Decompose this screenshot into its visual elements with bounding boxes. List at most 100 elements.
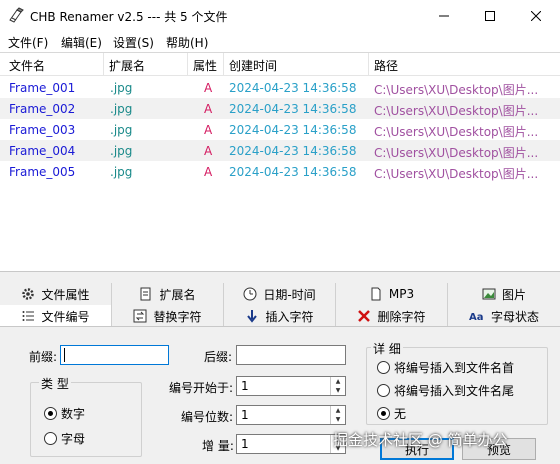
cell-time: 2024-04-23 14:36:58 bbox=[229, 102, 357, 116]
cell-filename: Frame_004 bbox=[9, 144, 76, 158]
cell-filename: Frame_005 bbox=[9, 165, 76, 179]
file-icon bbox=[371, 287, 381, 301]
header-divider[interactable] bbox=[368, 53, 369, 76]
menu-edit[interactable]: 编辑(E) bbox=[61, 34, 102, 51]
radio-label: 字母 bbox=[61, 432, 86, 446]
radio-label: 将编号插入到文件名首 bbox=[394, 361, 515, 375]
cell-path: C:\Users\XU\Desktop\图片... bbox=[374, 104, 539, 118]
step-value: 1 bbox=[241, 437, 249, 451]
cell-time: 2024-04-23 14:36:58 bbox=[229, 123, 357, 137]
radio-type-letter[interactable]: 字母 bbox=[44, 430, 85, 447]
tab-extension[interactable]: 扩展名 bbox=[112, 283, 224, 305]
tab-replace-chars[interactable]: 替换字符 bbox=[112, 305, 224, 327]
menu-file[interactable]: 文件(F) bbox=[8, 34, 48, 51]
table-row[interactable]: Frame_003 .jpg A 2024-04-23 14:36:58 C:\… bbox=[0, 119, 560, 140]
window-title: CHB Renamer v2.5 --- 共 5 个文件 bbox=[30, 10, 228, 24]
prefix-input[interactable] bbox=[60, 345, 169, 365]
header-ext[interactable]: 扩展名 bbox=[109, 57, 145, 74]
minimize-button[interactable] bbox=[421, 0, 467, 32]
header-time[interactable]: 创建时间 bbox=[229, 57, 277, 74]
suffix-label: 后缀: bbox=[204, 350, 233, 364]
cell-path: C:\Users\XU\Desktop\图片... bbox=[374, 146, 539, 160]
cell-time: 2024-04-23 14:36:58 bbox=[229, 165, 357, 179]
menu-help[interactable]: 帮助(H) bbox=[166, 34, 208, 51]
watermark-text: 掘金技术社区 @ 简单办公 bbox=[333, 431, 508, 449]
cell-ext: .jpg bbox=[110, 144, 133, 158]
cell-filename: Frame_003 bbox=[9, 123, 76, 137]
radio-unselected-icon bbox=[377, 384, 390, 397]
radio-type-number[interactable]: 数字 bbox=[44, 405, 85, 422]
cell-ext: .jpg bbox=[110, 81, 133, 95]
radio-unselected-icon bbox=[44, 432, 57, 445]
tab-label: 删除字符 bbox=[377, 309, 426, 324]
stepper-down-icon[interactable]: ▼ bbox=[331, 415, 345, 424]
replace-icon bbox=[133, 309, 147, 323]
suffix-input[interactable] bbox=[236, 345, 346, 365]
step-stepper[interactable]: 1 ▲ ▼ bbox=[236, 434, 346, 454]
tab-label: 文件编号 bbox=[41, 309, 90, 324]
close-icon bbox=[531, 11, 541, 21]
tab-date-time[interactable]: 日期-时间 bbox=[224, 283, 336, 305]
table-row[interactable]: Frame_001 .jpg A 2024-04-23 14:36:58 C:\… bbox=[0, 77, 560, 98]
radio-insert-at-end[interactable]: 将编号插入到文件名尾 bbox=[377, 382, 514, 399]
svg-text:Aa: Aa bbox=[469, 312, 484, 323]
header-divider[interactable] bbox=[223, 53, 224, 76]
letter-case-icon: Aa bbox=[469, 312, 484, 323]
radio-none[interactable]: 无 bbox=[377, 405, 406, 422]
header-name[interactable]: 文件名 bbox=[9, 57, 45, 74]
tab-file-numbering[interactable]: 文件编号 bbox=[0, 305, 112, 327]
cell-filename: Frame_002 bbox=[9, 102, 76, 116]
radio-insert-at-start[interactable]: 将编号插入到文件名首 bbox=[377, 359, 514, 376]
delete-icon bbox=[358, 310, 371, 322]
tab-insert-chars[interactable]: 插入字符 bbox=[224, 305, 336, 327]
tab-delete-chars[interactable]: 删除字符 bbox=[336, 305, 448, 327]
clock-icon bbox=[243, 287, 257, 301]
stepper-buttons: ▲ ▼ bbox=[330, 406, 345, 424]
cell-attr: A bbox=[204, 102, 213, 116]
tab-label: 替换字符 bbox=[153, 309, 202, 324]
title-bar: CHB Renamer v2.5 --- 共 5 个文件 bbox=[0, 0, 560, 32]
type-group-title: 类 型 bbox=[39, 375, 71, 392]
radio-label: 无 bbox=[394, 407, 407, 421]
stepper-up-icon[interactable]: ▲ bbox=[331, 406, 345, 415]
start-stepper[interactable]: 1 ▲ ▼ bbox=[236, 376, 346, 396]
maximize-button[interactable] bbox=[467, 0, 513, 32]
tab-label: 图片 bbox=[501, 287, 526, 302]
maximize-icon bbox=[485, 11, 495, 21]
tab-image[interactable]: 图片 bbox=[448, 283, 560, 305]
header-divider[interactable] bbox=[103, 53, 104, 76]
tab-label: 文件属性 bbox=[41, 287, 90, 302]
radio-selected-icon bbox=[44, 407, 57, 420]
close-button[interactable] bbox=[513, 0, 559, 32]
minimize-icon bbox=[439, 15, 449, 17]
document-icon bbox=[140, 287, 151, 301]
radio-unselected-icon bbox=[377, 361, 390, 374]
digits-stepper[interactable]: 1 ▲ ▼ bbox=[236, 405, 346, 425]
table-row[interactable]: Frame_005 .jpg A 2024-04-23 14:36:58 C:\… bbox=[0, 161, 560, 182]
stepper-up-icon[interactable]: ▲ bbox=[331, 377, 345, 386]
menu-settings[interactable]: 设置(S) bbox=[113, 34, 154, 51]
radio-label: 数字 bbox=[61, 407, 86, 421]
header-divider[interactable] bbox=[187, 53, 188, 76]
stepper-down-icon[interactable]: ▼ bbox=[331, 386, 345, 395]
radio-selected-icon bbox=[377, 407, 390, 420]
cell-time: 2024-04-23 14:36:58 bbox=[229, 144, 357, 158]
header-path[interactable]: 路径 bbox=[374, 57, 398, 74]
tab-file-attributes[interactable]: 文件属性 bbox=[0, 283, 112, 305]
cell-time: 2024-04-23 14:36:58 bbox=[229, 81, 357, 95]
cell-path: C:\Users\XU\Desktop\图片... bbox=[374, 167, 539, 181]
list-icon bbox=[22, 311, 35, 321]
file-list[interactable]: 文件名 扩展名 属性 创建时间 路径 Frame_001 .jpg A 2024… bbox=[0, 52, 560, 271]
digits-value: 1 bbox=[241, 408, 249, 422]
cell-ext: .jpg bbox=[110, 102, 133, 116]
text-caret bbox=[64, 348, 65, 362]
tab-letter-case[interactable]: Aa 字母状态 bbox=[448, 305, 560, 327]
radio-label: 将编号插入到文件名尾 bbox=[394, 384, 515, 398]
tab-mp3[interactable]: MP3 bbox=[336, 283, 448, 305]
header-attr[interactable]: 属性 bbox=[193, 57, 217, 74]
tab-label: MP3 bbox=[388, 287, 415, 301]
table-row[interactable]: Frame_004 .jpg A 2024-04-23 14:36:58 C:\… bbox=[0, 140, 560, 161]
step-label: 增 量: bbox=[202, 439, 234, 453]
list-header: 文件名 扩展名 属性 创建时间 路径 bbox=[0, 53, 560, 76]
table-row[interactable]: Frame_002 .jpg A 2024-04-23 14:36:58 C:\… bbox=[0, 98, 560, 119]
